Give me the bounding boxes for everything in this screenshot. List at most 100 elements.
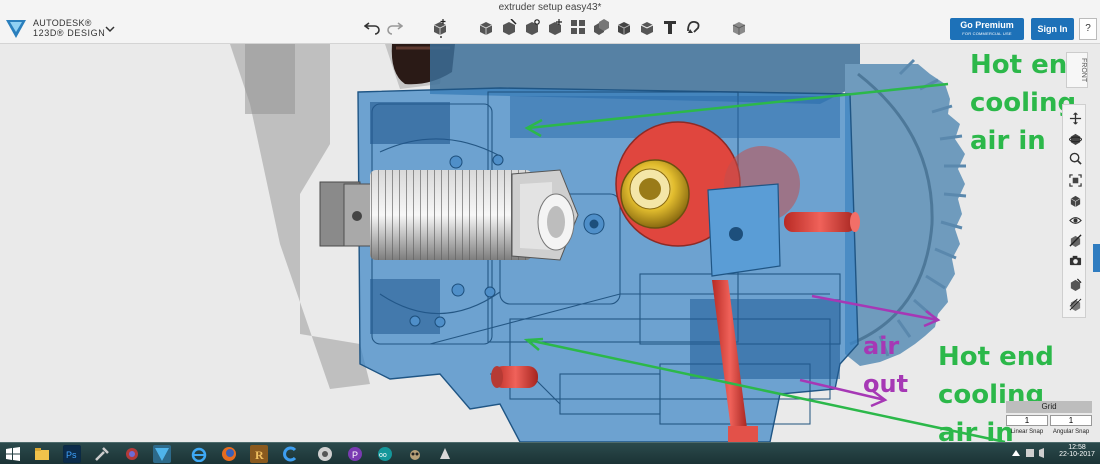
material-icon — [732, 22, 746, 35]
construct-icon — [503, 19, 517, 35]
chevron-down-icon[interactable] — [105, 24, 115, 34]
fit-button[interactable] — [1068, 173, 1082, 187]
arduino-icon: oo — [378, 447, 392, 461]
brand-bottom: 123D® DESIGN — [33, 28, 106, 38]
undo-button[interactable] — [363, 17, 381, 37]
firefox-icon — [222, 447, 236, 461]
windows-taskbar: Ps R P oo 12:58 22-10-2017 — [0, 442, 1100, 464]
3d-viewport[interactable]: Hot end cooling air in air out Hot end c… — [0, 44, 1100, 442]
modify-icon — [526, 19, 540, 35]
extruder-model[interactable] — [0, 44, 1100, 442]
redo-button[interactable] — [386, 17, 404, 37]
tray-network-icon — [1026, 449, 1034, 457]
brand-top: AUTODESK® — [33, 18, 92, 28]
ccleaner-icon — [283, 446, 297, 462]
help-button[interactable]: ? — [1079, 18, 1097, 40]
pattern-button[interactable] — [546, 17, 564, 37]
taskbar-ccleaner[interactable] — [282, 445, 300, 463]
taskbar-clock[interactable]: 12:58 22-10-2017 — [1056, 444, 1098, 458]
taskbar-paint[interactable]: P — [346, 445, 364, 463]
tray-arrow-icon — [1012, 450, 1020, 456]
undo-icon — [364, 22, 380, 35]
tool-icon — [95, 447, 109, 461]
sketch-button[interactable] — [477, 17, 495, 37]
camera-button[interactable] — [1068, 253, 1082, 267]
add-primitive-icon — [433, 19, 447, 35]
photoshop-icon: Ps — [64, 446, 80, 462]
orbit-button[interactable] — [1068, 131, 1082, 145]
measure-button[interactable] — [638, 17, 656, 37]
taskbar-ie[interactable] — [190, 445, 208, 463]
window-title: extruder setup easy43* — [498, 2, 602, 13]
modify-button[interactable] — [523, 17, 541, 37]
fit-icon — [1068, 173, 1082, 187]
navigation-bar — [1062, 104, 1086, 318]
pan-button[interactable] — [1068, 111, 1082, 125]
snap-icon — [687, 21, 700, 33]
svg-text:R: R — [255, 448, 264, 462]
taskbar-app[interactable] — [123, 445, 141, 463]
grid-button[interactable]: Grid — [1006, 401, 1092, 413]
go-premium-button[interactable]: Go Premium FOR COMMERCIAL USE — [950, 18, 1024, 40]
outline-icon — [1069, 298, 1081, 311]
measure-icon — [640, 22, 654, 35]
zoom-icon — [1069, 152, 1082, 165]
pan-icon — [1069, 112, 1081, 124]
toolbar-separator — [440, 36, 442, 38]
text-icon — [664, 21, 676, 34]
hide-button[interactable] — [1068, 233, 1082, 247]
combine-solid-button[interactable] — [615, 17, 633, 37]
pattern-icon — [549, 19, 562, 35]
group-button[interactable] — [569, 17, 587, 37]
taskbar-arduino[interactable]: oo — [376, 445, 394, 463]
annotation-hot-end-bottom-line3: air in — [938, 418, 1014, 442]
view-cube-button[interactable] — [1068, 193, 1082, 207]
angular-snap-input[interactable]: 1 — [1050, 415, 1092, 426]
view-cube[interactable]: FRONT — [1066, 52, 1088, 88]
linear-snap-input[interactable]: 1 — [1006, 415, 1048, 426]
tray-volume-icon — [1039, 448, 1044, 458]
explorer-icon — [35, 448, 49, 460]
start-button[interactable] — [4, 445, 22, 463]
app-icon — [126, 448, 138, 460]
annotation-air-out-line1: air — [863, 332, 900, 360]
outline-button[interactable] — [1068, 297, 1082, 311]
visibility-button[interactable] — [1068, 213, 1082, 227]
taskbar-firefox[interactable] — [220, 445, 238, 463]
sketch-icon — [479, 22, 493, 35]
taskbar-recuva[interactable]: R — [250, 445, 268, 463]
taskbar-123d[interactable] — [153, 445, 171, 463]
title-bar: extruder setup easy43* AUTODESK® 123D® D… — [0, 0, 1100, 44]
taskbar-gimp[interactable] — [406, 445, 424, 463]
clock-date: 22-10-2017 — [1059, 451, 1095, 458]
combine-icon — [617, 22, 631, 35]
app-logo-icon[interactable] — [4, 16, 28, 40]
side-panel-tab[interactable] — [1093, 244, 1100, 272]
view-cube-icon — [1070, 195, 1080, 207]
taskbar-photoshop[interactable]: Ps — [63, 445, 81, 463]
group-icon — [594, 19, 609, 35]
material-button[interactable] — [730, 17, 748, 37]
go-premium-sublabel: FOR COMMERCIAL USE — [962, 31, 1012, 36]
pattern-grid-icon — [571, 20, 585, 34]
system-tray[interactable] — [1010, 446, 1050, 460]
taskbar-misc[interactable] — [436, 445, 454, 463]
snap-button[interactable] — [684, 17, 702, 37]
combine-button[interactable] — [592, 17, 610, 37]
taskbar-explorer[interactable] — [33, 445, 51, 463]
materials-icon — [1070, 278, 1081, 291]
construct-button[interactable] — [500, 17, 518, 37]
materials-button[interactable] — [1068, 277, 1082, 291]
taskbar-chrome[interactable] — [316, 445, 334, 463]
primitives-button[interactable] — [431, 17, 449, 37]
123d-icon — [155, 448, 169, 461]
zoom-button[interactable] — [1068, 151, 1082, 165]
snap-panel: Grid 1 1 Linear Snap Angular Snap — [1004, 401, 1094, 441]
sign-in-button[interactable]: Sign In — [1031, 18, 1074, 40]
linear-snap-label: Linear Snap — [1010, 429, 1044, 435]
clock-time: 12:58 — [1068, 444, 1086, 451]
annotation-air-out-line2: out — [863, 370, 909, 398]
taskbar-tool[interactable] — [93, 445, 111, 463]
redo-icon — [387, 22, 403, 35]
text-button[interactable] — [661, 17, 679, 37]
